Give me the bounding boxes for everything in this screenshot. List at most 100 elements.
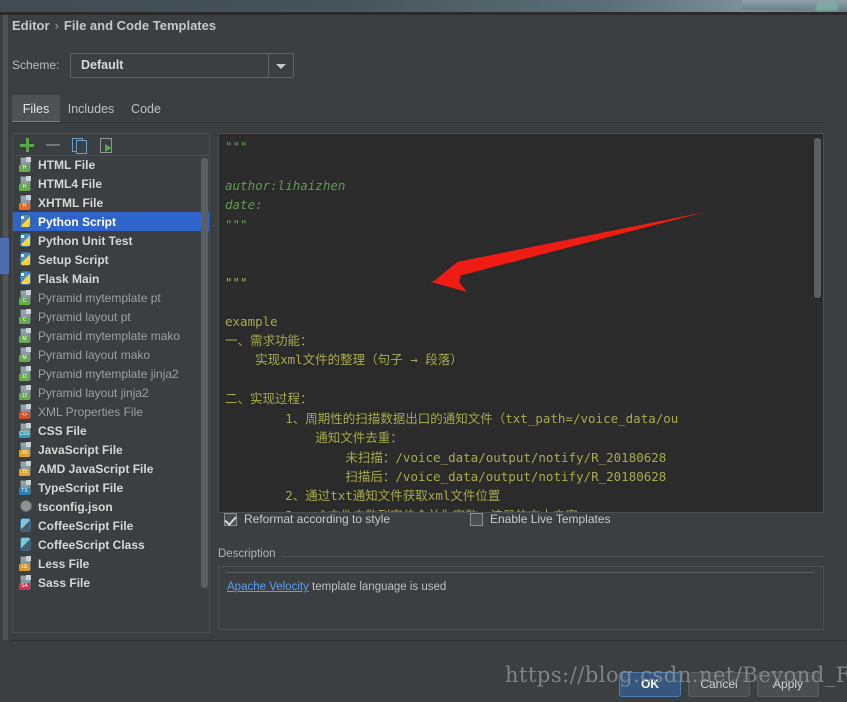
list-item-label: Python Unit Test [38, 233, 133, 248]
list-item[interactable]: H HTML4 File [13, 174, 209, 193]
list-item[interactable]: Python Script [13, 212, 209, 231]
description-box: Apache Velocity template language is use… [218, 566, 824, 630]
list-item-label: HTML4 File [38, 176, 103, 191]
file-type-icon: M [19, 347, 33, 362]
code-line: """ [225, 139, 248, 154]
list-item[interactable]: TS TypeScript File [13, 478, 209, 497]
list-item[interactable]: LE Less File [13, 554, 209, 573]
list-item[interactable]: CoffeeScript File [13, 516, 209, 535]
breadcrumb: Editor › File and Code Templates [12, 18, 216, 33]
tab-files[interactable]: Files [12, 95, 60, 123]
plus-icon[interactable] [17, 136, 37, 154]
scheme-selected-value: Default [81, 58, 124, 72]
template-editor[interactable]: """ author:lihaizhen date: """ """ example… [218, 133, 824, 513]
reformat-according-to-style-label[interactable]: Reformat according to style [244, 512, 390, 526]
description-rest: template language is used [308, 581, 447, 593]
list-item[interactable]: H HTML File [13, 155, 209, 174]
screenshot-root: Editor › File and Code Templates Scheme: D… [0, 0, 847, 702]
minus-icon[interactable] [43, 136, 63, 154]
list-item[interactable]: <> XML Properties File [13, 402, 209, 421]
list-item-label: tsconfig.json [38, 499, 113, 514]
code-line: 扫描后：/voice_data/output/notify/R_20180628 [225, 468, 667, 484]
panel-bottom-divider [10, 640, 847, 641]
tab-code[interactable]: Code [122, 95, 170, 123]
ok-button[interactable]: OK [619, 672, 681, 697]
tab-includes[interactable]: Includes [60, 95, 122, 123]
list-item[interactable]: SA Sass File [13, 573, 209, 592]
list-item-label: Pyramid layout mako [38, 347, 151, 362]
template-tabs: Files Includes Code [12, 95, 824, 123]
file-type-icon [19, 214, 33, 229]
list-item[interactable]: J2 Pyramid layout jinja2 [13, 383, 209, 402]
list-item-label: XHTML File [38, 195, 104, 210]
list-item[interactable]: J2 Pyramid mytemplate jinja2 [13, 364, 209, 383]
file-type-icon: J2 [19, 385, 33, 400]
list-item-label: TypeScript File [38, 480, 124, 495]
template-file-list: H HTML File H HTML4 File H XHTML File Python S… [12, 133, 210, 633]
file-type-icon [19, 499, 33, 514]
list-item-label: Flask Main [38, 271, 100, 286]
file-type-icon: TS [19, 480, 33, 495]
list-item-label: Pyramid layout pt [38, 309, 131, 324]
code-line: 实现xml文件的整理（句子 → 段落） [225, 352, 463, 368]
file-list-scrollbar-thumb[interactable] [201, 158, 208, 588]
cancel-button[interactable]: Cancel [688, 672, 750, 697]
description-inner-rule [225, 572, 815, 573]
file-type-icon: JS [19, 442, 33, 457]
code-line: author:lihaizhen [225, 177, 346, 193]
window-titlebar-strip [0, 0, 847, 12]
window-titlebar-indicator [816, 2, 838, 11]
reset-arrow-icon[interactable] [97, 136, 117, 154]
list-item-label: HTML File [38, 157, 96, 172]
apply-button[interactable]: Apply [757, 672, 819, 697]
enable-live-templates-checkbox[interactable] [470, 513, 483, 526]
file-type-icon: H [19, 195, 33, 210]
list-item-label: Sass File [38, 575, 91, 590]
code-line: 未扫描：/voice_data/output/notify/R_20180628 [225, 449, 667, 465]
list-item[interactable]: Python Unit Test [13, 231, 209, 250]
list-item[interactable]: M Pyramid layout mako [13, 345, 209, 364]
settings-tree-scroll-strip[interactable] [3, 15, 8, 640]
dialog-button-bar: OK Cancel Apply [0, 655, 847, 702]
scheme-select[interactable]: Default [70, 53, 294, 78]
editor-scrollbar-thumb[interactable] [814, 138, 821, 298]
enable-live-templates-label[interactable]: Enable Live Templates [490, 512, 611, 526]
apache-velocity-link[interactable]: Apache Velocity [227, 581, 309, 593]
settings-tree-selection-marker [0, 238, 9, 274]
list-item[interactable]: Flask Main [13, 269, 209, 288]
file-type-icon: CSS [19, 423, 33, 438]
template-editor-code[interactable]: """ author:lihaizhen date: """ """ example… [225, 137, 823, 512]
reformat-according-to-style-checkbox[interactable] [224, 513, 237, 526]
list-item[interactable]: CoffeeScript Class [13, 535, 209, 554]
code-line: 一、需求功能： [225, 333, 313, 349]
list-item-label: CSS File [38, 423, 87, 438]
list-item[interactable]: CSS CSS File [13, 421, 209, 440]
code-line: """ [225, 216, 248, 232]
list-item[interactable]: M Pyramid mytemplate mako [13, 326, 209, 345]
list-item[interactable]: C Pyramid mytemplate pt [13, 288, 209, 307]
list-item[interactable]: JS JavaScript File [13, 440, 209, 459]
copy-pages-icon[interactable] [69, 136, 89, 154]
breadcrumb-separator-icon: › [54, 18, 59, 33]
list-item[interactable]: H XHTML File [13, 193, 209, 212]
list-item-label: Pyramid layout jinja2 [38, 385, 149, 400]
list-item[interactable]: C Pyramid layout pt [13, 307, 209, 326]
chevron-down-icon[interactable] [268, 54, 293, 77]
list-item-label: Pyramid mytemplate mako [38, 328, 181, 343]
breadcrumb-leaf: File and Code Templates [63, 18, 217, 33]
file-type-icon [19, 252, 33, 267]
description-text: Apache Velocity template language is use… [227, 581, 446, 593]
list-item[interactable]: Setup Script [13, 250, 209, 269]
description-title: Description [218, 548, 282, 560]
list-item[interactable]: tsconfig.json [13, 497, 209, 516]
file-type-icon: H [19, 176, 33, 191]
breadcrumb-root[interactable]: Editor [12, 18, 50, 33]
code-line: 1、周期性的扫描数据出口的通知文件（txt_path=/voice_data/o… [225, 410, 679, 426]
file-list-scroll-area[interactable]: H HTML File H HTML4 File H XHTML File Python S… [13, 155, 209, 632]
code-line: date: [225, 197, 263, 213]
list-item[interactable]: JS AMD JavaScript File [13, 459, 209, 478]
list-item-label: Pyramid mytemplate jinja2 [38, 366, 179, 381]
